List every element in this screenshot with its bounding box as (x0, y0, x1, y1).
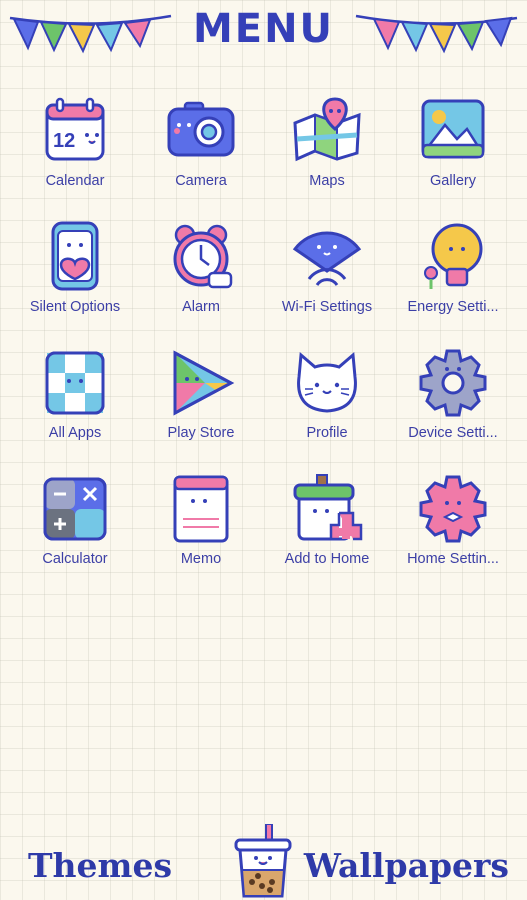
app-label: Device Setti... (408, 425, 498, 441)
app-label: Wi-Fi Settings (281, 299, 373, 315)
maps-icon (291, 95, 363, 167)
app-label: Calendar (45, 173, 105, 189)
silent-options-icon (39, 221, 111, 293)
app-memo[interactable]: Memo (138, 473, 264, 583)
wifi-icon (291, 221, 363, 293)
app-label: Energy Setti... (407, 299, 499, 315)
add-home-icon (291, 473, 363, 545)
themes-button[interactable]: Themes (28, 846, 172, 885)
app-calculator[interactable]: Calculator (12, 473, 138, 583)
camera-icon (165, 95, 237, 167)
app-wifi-settings[interactable]: Wi-Fi Settings (264, 221, 390, 331)
lightbulb-icon (417, 221, 489, 293)
app-label: All Apps (48, 425, 102, 441)
app-profile[interactable]: Profile (264, 347, 390, 457)
app-calendar[interactable]: 12 Calendar (12, 95, 138, 205)
app-label: Play Store (167, 425, 235, 441)
app-label: Gallery (430, 173, 476, 189)
app-add-to-home[interactable]: Add to Home (264, 473, 390, 583)
app-label: Camera (175, 173, 227, 189)
app-maps[interactable]: Maps (264, 95, 390, 205)
app-label: Maps (309, 173, 345, 189)
bunting-right-icon (355, 14, 518, 54)
app-play-store[interactable]: Play Store (138, 347, 264, 457)
all-apps-icon (39, 347, 111, 419)
wallpapers-button[interactable]: Wallpapers (304, 846, 509, 885)
app-camera[interactable]: Camera (138, 95, 264, 205)
app-label: Silent Options (29, 299, 121, 315)
app-all-apps[interactable]: All Apps (12, 347, 138, 457)
footer: Themes Wallpapers (0, 820, 527, 900)
app-label: Calculator (42, 551, 108, 567)
app-label: Add to Home (284, 551, 370, 567)
alarm-icon (165, 221, 237, 293)
app-silent-options[interactable]: Silent Options (12, 221, 138, 331)
app-gallery[interactable]: Gallery (390, 95, 516, 205)
app-device-settings[interactable]: Device Setti... (390, 347, 516, 457)
app-label: Home Settin... (407, 551, 499, 567)
app-label: Memo (180, 551, 222, 567)
app-home-settings[interactable]: Home Settin... (390, 473, 516, 583)
header: MENU (0, 0, 527, 70)
app-energy-settings[interactable]: Energy Setti... (390, 221, 516, 331)
calendar-icon: 12 (39, 95, 111, 167)
cat-profile-icon (291, 347, 363, 419)
play-store-icon (165, 347, 237, 419)
gear-icon (417, 347, 489, 419)
boba-tea-icon[interactable] (230, 824, 296, 900)
calculator-icon (39, 473, 111, 545)
app-label: Alarm (182, 299, 220, 315)
app-label: Profile (306, 425, 348, 441)
calendar-day-text: 12 (53, 130, 75, 152)
gallery-icon (417, 95, 489, 167)
pink-gear-icon (417, 473, 489, 545)
memo-icon (165, 473, 237, 545)
app-alarm[interactable]: Alarm (138, 221, 264, 331)
